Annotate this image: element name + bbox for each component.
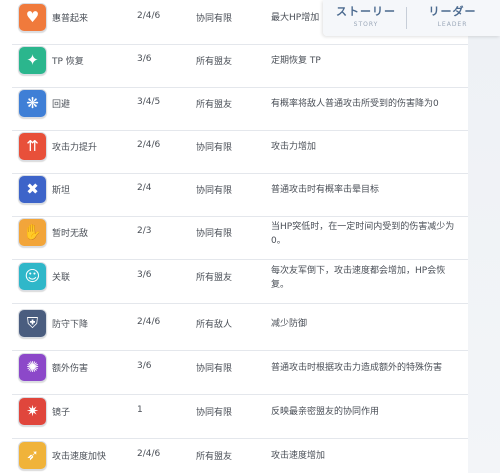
synergy-name: 关联 bbox=[52, 273, 71, 283]
dodge-icon: ❋ bbox=[18, 89, 47, 118]
synergy-target: 协同有限 bbox=[196, 186, 233, 196]
synergy-name: 额外伤害 bbox=[52, 364, 89, 374]
tab-leader-sublabel: LEADER bbox=[437, 21, 468, 28]
bond-icon: ☺ bbox=[18, 262, 47, 291]
table-row: ✖ 斯坦 2/4 协同有限 普通攻击时有概率击晕目标 bbox=[0, 170, 468, 217]
table-row: ❋ 回避 3/4/5 所有盟友 有概率将敌人普通攻击所受到的伤害降为0 bbox=[0, 84, 468, 131]
synergy-target: 协同有限 bbox=[196, 143, 233, 153]
synergy-target: 所有敌人 bbox=[196, 320, 233, 330]
synergy-effect: 攻击速度增加 bbox=[271, 451, 326, 461]
synergy-count: 2/4/6 bbox=[137, 140, 161, 150]
synergy-effect: 普通攻击时根据攻击力造成额外的特殊伤害 bbox=[271, 363, 443, 373]
synergy-count: 3/6 bbox=[137, 361, 152, 371]
synergy-target: 所有盟友 bbox=[196, 273, 233, 283]
tab-leader[interactable]: リーダー LEADER bbox=[415, 3, 490, 33]
tab-story-label: ストーリー bbox=[336, 5, 396, 18]
synergy-effect: 定期恢复 TP bbox=[271, 56, 321, 66]
sparkle-icon: ✦ bbox=[18, 46, 47, 75]
synergy-count: 2/4/6 bbox=[137, 449, 161, 459]
synergy-count: 2/3 bbox=[137, 226, 152, 236]
mirror-icon: ✷ bbox=[18, 397, 47, 426]
synergy-table: ♥ 惠普起来 2/4/6 协同有限 最大HP增加 ✦ TP 恢复 3/6 所有盟… bbox=[0, 0, 468, 473]
synergy-name: 攻击速度加快 bbox=[52, 452, 107, 462]
synergy-name: 惠普起来 bbox=[52, 14, 89, 24]
synergy-count: 3/6 bbox=[137, 270, 152, 280]
synergy-effect: 减少防御 bbox=[271, 319, 308, 329]
synergy-effect: 攻击力增加 bbox=[271, 142, 317, 152]
synergy-effect: 有概率将敌人普通攻击所受到的伤害降为0 bbox=[271, 99, 439, 109]
extra-damage-icon: ✺ bbox=[18, 353, 47, 382]
synergy-effect: 反映最亲密盟友的协同作用 bbox=[271, 407, 380, 417]
synergy-count: 3/4/5 bbox=[137, 97, 161, 107]
synergy-count: 2/4/6 bbox=[137, 317, 161, 327]
defense-down-icon: ⛨ bbox=[18, 309, 47, 338]
attack-speed-icon: ➶ bbox=[18, 441, 47, 470]
synergy-name: 防守下降 bbox=[52, 320, 89, 330]
synergy-effect: 当HP突低时，在一定时间内受到的伤害减少为0。 bbox=[271, 222, 455, 246]
heart-icon: ♥ bbox=[18, 3, 47, 32]
table-row: ⛨ 防守下降 2/4/6 所有敌人 减少防御 bbox=[0, 304, 468, 351]
synergy-target: 协同有限 bbox=[196, 14, 233, 24]
synergy-target: 所有盟友 bbox=[196, 100, 233, 110]
header-tab-bar: ストーリー STORY リーダー LEADER bbox=[323, 0, 500, 36]
synergy-name: TP 恢复 bbox=[52, 57, 84, 67]
synergy-target: 所有盟友 bbox=[196, 452, 233, 462]
synergy-name: 回避 bbox=[52, 100, 71, 110]
table-row: ✺ 额外伤害 3/6 协同有限 普通攻击时根据攻击力造成额外的特殊伤害 bbox=[0, 348, 468, 395]
side-background bbox=[468, 36, 500, 473]
synergy-name: 斯坦 bbox=[52, 186, 71, 196]
synergy-effect: 每次友军倒下，攻击速度都会增加，HP会恢复。 bbox=[271, 266, 446, 290]
synergy-name: 暂时无敌 bbox=[52, 229, 89, 239]
break-icon: ✖ bbox=[18, 175, 47, 204]
synergy-name: 镜子 bbox=[52, 408, 71, 418]
tab-story-sublabel: STORY bbox=[353, 21, 379, 28]
table-row: ✋ 暂时无敌 2/3 协同有限 当HP突低时，在一定时间内受到的伤害减少为0。 bbox=[0, 213, 468, 260]
synergy-target: 所有盟友 bbox=[196, 57, 233, 67]
table-row: ➶ 攻击速度加快 2/4/6 所有盟友 攻击速度增加 bbox=[0, 436, 468, 473]
synergy-count: 1 bbox=[137, 405, 143, 415]
synergy-target: 协同有限 bbox=[196, 408, 233, 418]
synergy-target: 协同有限 bbox=[196, 364, 233, 374]
synergy-count: 2/4/6 bbox=[137, 11, 161, 21]
synergy-target: 协同有限 bbox=[196, 229, 233, 239]
synergy-effect: 普通攻击时有概率击晕目标 bbox=[271, 185, 380, 195]
synergy-name: 攻击力提升 bbox=[52, 143, 98, 153]
table-row: ☺ 关联 3/6 所有盟友 每次友军倒下，攻击速度都会增加，HP会恢复。 bbox=[0, 257, 468, 304]
attack-up-icon: ⇈ bbox=[18, 132, 47, 161]
table-row: ✦ TP 恢复 3/6 所有盟友 定期恢复 TP bbox=[0, 41, 468, 88]
tab-story[interactable]: ストーリー STORY bbox=[331, 3, 401, 33]
table-row: ✷ 镜子 1 协同有限 反映最亲密盟友的协同作用 bbox=[0, 392, 468, 439]
tab-divider bbox=[406, 7, 407, 29]
synergy-count: 2/4 bbox=[137, 183, 152, 193]
synergy-count: 3/6 bbox=[137, 54, 152, 64]
invincible-icon: ✋ bbox=[18, 218, 47, 247]
tab-leader-label: リーダー bbox=[428, 5, 477, 18]
table-row: ⇈ 攻击力提升 2/4/6 协同有限 攻击力增加 bbox=[0, 127, 468, 174]
